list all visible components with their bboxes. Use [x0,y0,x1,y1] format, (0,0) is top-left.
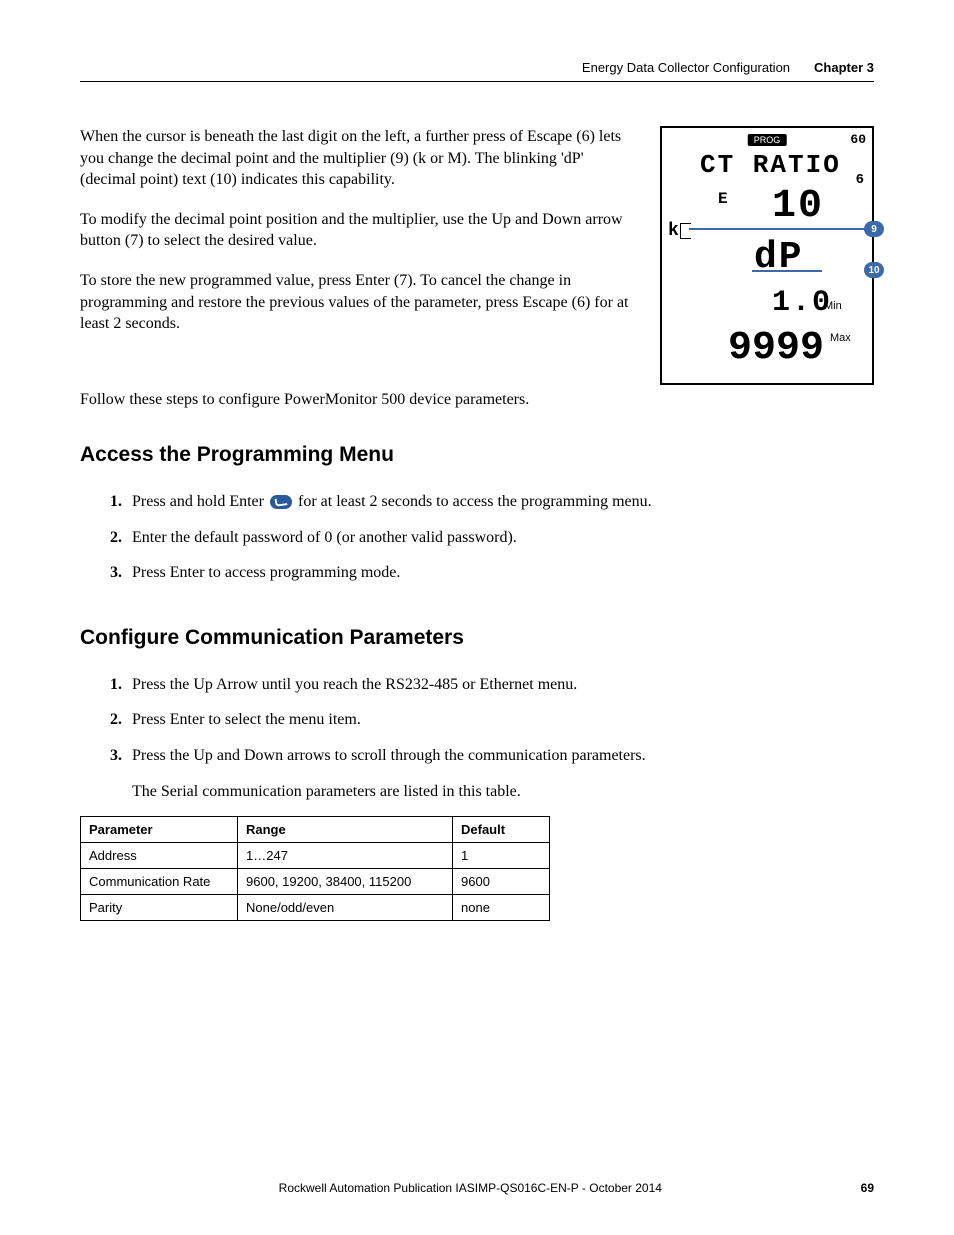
callout-10: 10 [864,262,884,278]
lcd-callout-line-9 [689,228,872,230]
section-configure-comms: Configure Communication Parameters [80,626,874,650]
lcd-diagram: PROG 60 CT RATIO 6 E 10 k dP 1.0 Min 999… [660,126,874,385]
prog-step-2: Enter the default password of 0 (or anot… [126,527,874,549]
header-rule [80,81,874,82]
intro-paragraph-3: To store the new programmed value, press… [80,270,640,335]
table-row: Address 1…247 1 [81,843,550,869]
cell-commrate-range: 9600, 19200, 38400, 115200 [238,869,453,895]
lcd-dp: dP [754,236,804,279]
lcd-ct-ratio: CT RATIO [700,150,841,180]
lcd-main-value: 10 [772,184,824,229]
doc-title: Energy Data Collector Configuration [582,60,790,75]
lcd-padlock: 6 [856,172,864,188]
prog-step-1: Press and hold Enter for at least 2 seco… [126,491,874,513]
programming-steps: Press and hold Enter for at least 2 seco… [80,491,874,584]
lcd-callout-line-10 [752,270,822,272]
prog-step-1a: Press and hold Enter [132,493,268,510]
prog-step-1b: for at least 2 seconds to access the pro… [298,493,652,510]
comms-step-2: Press Enter to select the menu item. [126,709,874,731]
page-header: Energy Data Collector Configuration Chap… [80,60,874,75]
lcd-min-value: 1.0 [772,286,832,320]
enter-icon [270,495,292,509]
lcd-e: E [718,190,728,208]
intro-paragraph-2: To modify the decimal point position and… [80,209,640,252]
cell-address-range: 1…247 [238,843,453,869]
section-access-programming: Access the Programming Menu [80,443,874,467]
lcd-sixty: 60 [850,132,866,147]
comms-step-3-text: Press the Up and Down arrows to scroll t… [132,747,646,764]
intro-paragraph-1: When the cursor is beneath the last digi… [80,126,640,191]
cell-parity-default: none [453,895,550,921]
callout-9: 9 [864,221,884,237]
prog-step-3: Press Enter to access programming mode. [126,562,874,584]
page-number: 69 [861,1181,874,1195]
cell-address-default: 1 [453,843,550,869]
comms-step-3: Press the Up and Down arrows to scroll t… [126,745,874,802]
lcd-max-label: Max [830,332,851,344]
page-footer: Rockwell Automation Publication IASIMP-Q… [80,1181,874,1195]
publication-info: Rockwell Automation Publication IASIMP-Q… [80,1181,861,1195]
th-default: Default [453,817,550,843]
lcd-max-value: 9999 [728,326,824,371]
comms-step-1: Press the Up Arrow until you reach the R… [126,674,874,696]
table-row: Parity None/odd/even none [81,895,550,921]
cell-commrate-param: Communication Rate [81,869,238,895]
serial-params-table: Parameter Range Default Address 1…247 1 … [80,816,550,921]
cell-parity-range: None/odd/even [238,895,453,921]
lcd-prog-indicator: PROG [748,134,787,146]
chapter-label: Chapter 3 [814,60,874,75]
cell-commrate-default: 9600 [453,869,550,895]
th-parameter: Parameter [81,817,238,843]
comms-step-3-sub: The Serial communication parameters are … [132,781,874,803]
lcd-bracket [680,223,691,239]
lcd-min-label: Min [824,300,842,312]
th-range: Range [238,817,453,843]
table-row: Communication Rate 9600, 19200, 38400, 1… [81,869,550,895]
cell-parity-param: Parity [81,895,238,921]
lcd-k-multiplier: k [668,221,679,241]
comms-steps: Press the Up Arrow until you reach the R… [80,674,874,802]
follow-steps: Follow these steps to configure PowerMon… [80,391,874,409]
table-header-row: Parameter Range Default [81,817,550,843]
cell-address-param: Address [81,843,238,869]
